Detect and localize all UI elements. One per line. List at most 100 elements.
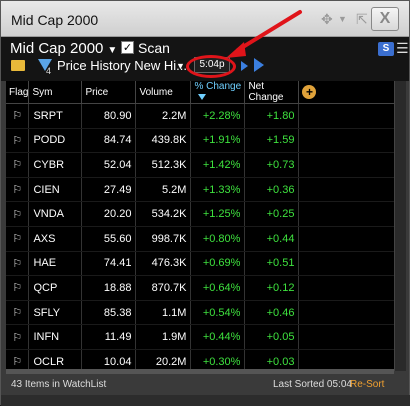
cell-empty	[298, 226, 396, 252]
cell-sym: CIEN	[28, 177, 83, 203]
cell-pct-change: +0.80%	[190, 226, 246, 252]
cell-net-change: +1.59	[244, 128, 300, 154]
watchlist-name: Mid Cap 2000	[10, 40, 104, 57]
cell-net-change: +0.44	[244, 226, 300, 252]
cell-price: 20.20	[81, 201, 137, 227]
flag-icon[interactable]: ⚐	[6, 251, 30, 277]
table-row[interactable]: ⚐ INFN 11.49 1.9M +0.44% +0.05	[6, 324, 396, 350]
table-row[interactable]: ⚐ AXS 55.60 998.7K +0.80% +0.44	[6, 226, 396, 252]
table-row[interactable]: ⚐ CYBR 52.04 512.3K +1.42% +0.73	[6, 152, 396, 178]
column-header-price[interactable]: Price	[81, 81, 137, 104]
scan-checkbox[interactable]: ✓	[121, 41, 134, 54]
title-bar[interactable]: Mid Cap 2000 ✥ ▼ ⇱ X	[1, 1, 409, 37]
popout-icon[interactable]: ⇱	[356, 10, 368, 28]
cell-volume: 2.2M	[135, 103, 192, 129]
folder-icon[interactable]	[11, 60, 25, 71]
cell-price: 11.49	[81, 324, 137, 350]
cell-volume: 870.7K	[135, 275, 192, 301]
window-title: Mid Cap 2000	[11, 12, 99, 28]
cell-price: 74.41	[81, 251, 137, 277]
column-header-flag[interactable]: Flag	[6, 81, 30, 104]
column-header-sym[interactable]: Sym	[28, 81, 83, 104]
cell-net-change: +0.73	[244, 152, 300, 178]
cell-price: 85.38	[81, 300, 137, 326]
flag-icon[interactable]: ⚐	[6, 201, 30, 227]
table-header-row: Flag Sym Price Volume % Change Net Chang…	[6, 81, 396, 104]
cell-volume: 1.1M	[135, 300, 192, 326]
cell-net-change: +0.12	[244, 275, 300, 301]
cell-net-change: +0.36	[244, 177, 300, 203]
dropdown-caret-icon[interactable]: ▼	[338, 10, 347, 28]
cell-volume: 1.9M	[135, 324, 192, 350]
table-body: ⚐ SRPT 80.90 2.2M +2.28% +1.80 ⚐ PODD 84.74 439.8…	[6, 103, 396, 371]
cell-net-change: +0.05	[244, 324, 300, 350]
flag-icon[interactable]: ⚐	[6, 103, 30, 129]
close-button[interactable]: X	[371, 7, 399, 31]
cell-price: 84.74	[81, 128, 137, 154]
table-row[interactable]: ⚐ VNDA 20.20 534.2K +1.25% +0.25	[6, 201, 396, 227]
status-bar: 43 Items in WatchList Last Sorted 05:04 …	[1, 375, 409, 395]
items-count: 43 Items in WatchList	[11, 379, 107, 390]
cell-empty	[298, 349, 396, 371]
column-header-volume[interactable]: Volume	[135, 81, 192, 104]
cell-empty	[298, 152, 396, 178]
table-row[interactable]: ⚐ HAE 74.41 476.3K +0.69% +0.51	[6, 251, 396, 277]
cell-net-change: +0.46	[244, 300, 300, 326]
cell-empty	[298, 300, 396, 326]
cell-volume: 20.2M	[135, 349, 192, 371]
filter-selector[interactable]: Price History New Hi...	[57, 58, 187, 73]
cell-sym: CYBR	[28, 152, 83, 178]
flag-icon[interactable]: ⚐	[6, 128, 30, 154]
flag-icon[interactable]: ⚐	[6, 152, 30, 178]
scan-label: Scan	[138, 40, 170, 56]
table-row[interactable]: ⚐ CIEN 27.49 5.2M +1.33% +0.36	[6, 177, 396, 203]
table-row[interactable]: ⚐ SRPT 80.90 2.2M +2.28% +1.80	[6, 103, 396, 129]
cell-empty	[298, 103, 396, 129]
filter-chevron-down-icon[interactable]: ▼	[176, 61, 185, 71]
cell-sym: VNDA	[28, 201, 83, 227]
add-column-icon[interactable]: +	[302, 85, 317, 99]
horizontal-scrollbar[interactable]	[6, 369, 394, 374]
flag-icon[interactable]: ⚐	[6, 275, 30, 301]
cell-pct-change: +1.33%	[190, 177, 246, 203]
cell-pct-change: +1.91%	[190, 128, 246, 154]
flag-icon[interactable]: ⚐	[6, 226, 30, 252]
pct-change-label: % Change	[194, 81, 242, 92]
cell-price: 18.88	[81, 275, 137, 301]
flag-icon[interactable]: ⚐	[6, 349, 30, 371]
cell-empty	[298, 275, 396, 301]
table-row[interactable]: ⚐ QCP 18.88 870.7K +0.64% +0.12	[6, 275, 396, 301]
cell-net-change: +1.80	[244, 103, 300, 129]
cell-sym: PODD	[28, 128, 83, 154]
move-arrows-icon[interactable]: ✥	[321, 10, 333, 28]
cell-empty	[298, 324, 396, 350]
step-forward-icon[interactable]	[241, 61, 248, 71]
cell-pct-change: +0.44%	[190, 324, 246, 350]
cell-net-change: +0.51	[244, 251, 300, 277]
menu-icon[interactable]: ☰	[396, 40, 409, 57]
cell-volume: 534.2K	[135, 201, 192, 227]
play-icon[interactable]	[254, 58, 264, 72]
column-header-net-change[interactable]: Net Change	[244, 81, 300, 104]
column-header-pct-change[interactable]: % Change	[190, 81, 246, 104]
filter-count: 4	[46, 66, 52, 76]
cell-sym: SFLY	[28, 300, 83, 326]
table-row[interactable]: ⚐ SFLY 85.38 1.1M +0.54% +0.46	[6, 300, 396, 326]
annotation-circle	[186, 55, 236, 78]
table-row[interactable]: ⚐ OCLR 10.04 20.2M +0.30% +0.03	[6, 349, 396, 371]
vertical-scrollbar[interactable]	[394, 81, 406, 371]
cell-sym: INFN	[28, 324, 83, 350]
resort-link[interactable]: Re-Sort	[350, 379, 384, 390]
cell-pct-change: +2.28%	[190, 103, 246, 129]
flag-icon[interactable]: ⚐	[6, 300, 30, 326]
cell-net-change: +0.03	[244, 349, 300, 371]
cell-volume: 476.3K	[135, 251, 192, 277]
flag-icon[interactable]: ⚐	[6, 324, 30, 350]
window-bottom-edge	[1, 395, 410, 406]
table-row[interactable]: ⚐ PODD 84.74 439.8K +1.91% +1.59	[6, 128, 396, 154]
cell-volume: 439.8K	[135, 128, 192, 154]
watchlist-selector[interactable]: Mid Cap 2000 ▼	[10, 40, 117, 57]
cell-empty	[298, 128, 396, 154]
s-logo-icon[interactable]: S	[378, 42, 394, 56]
flag-icon[interactable]: ⚐	[6, 177, 30, 203]
